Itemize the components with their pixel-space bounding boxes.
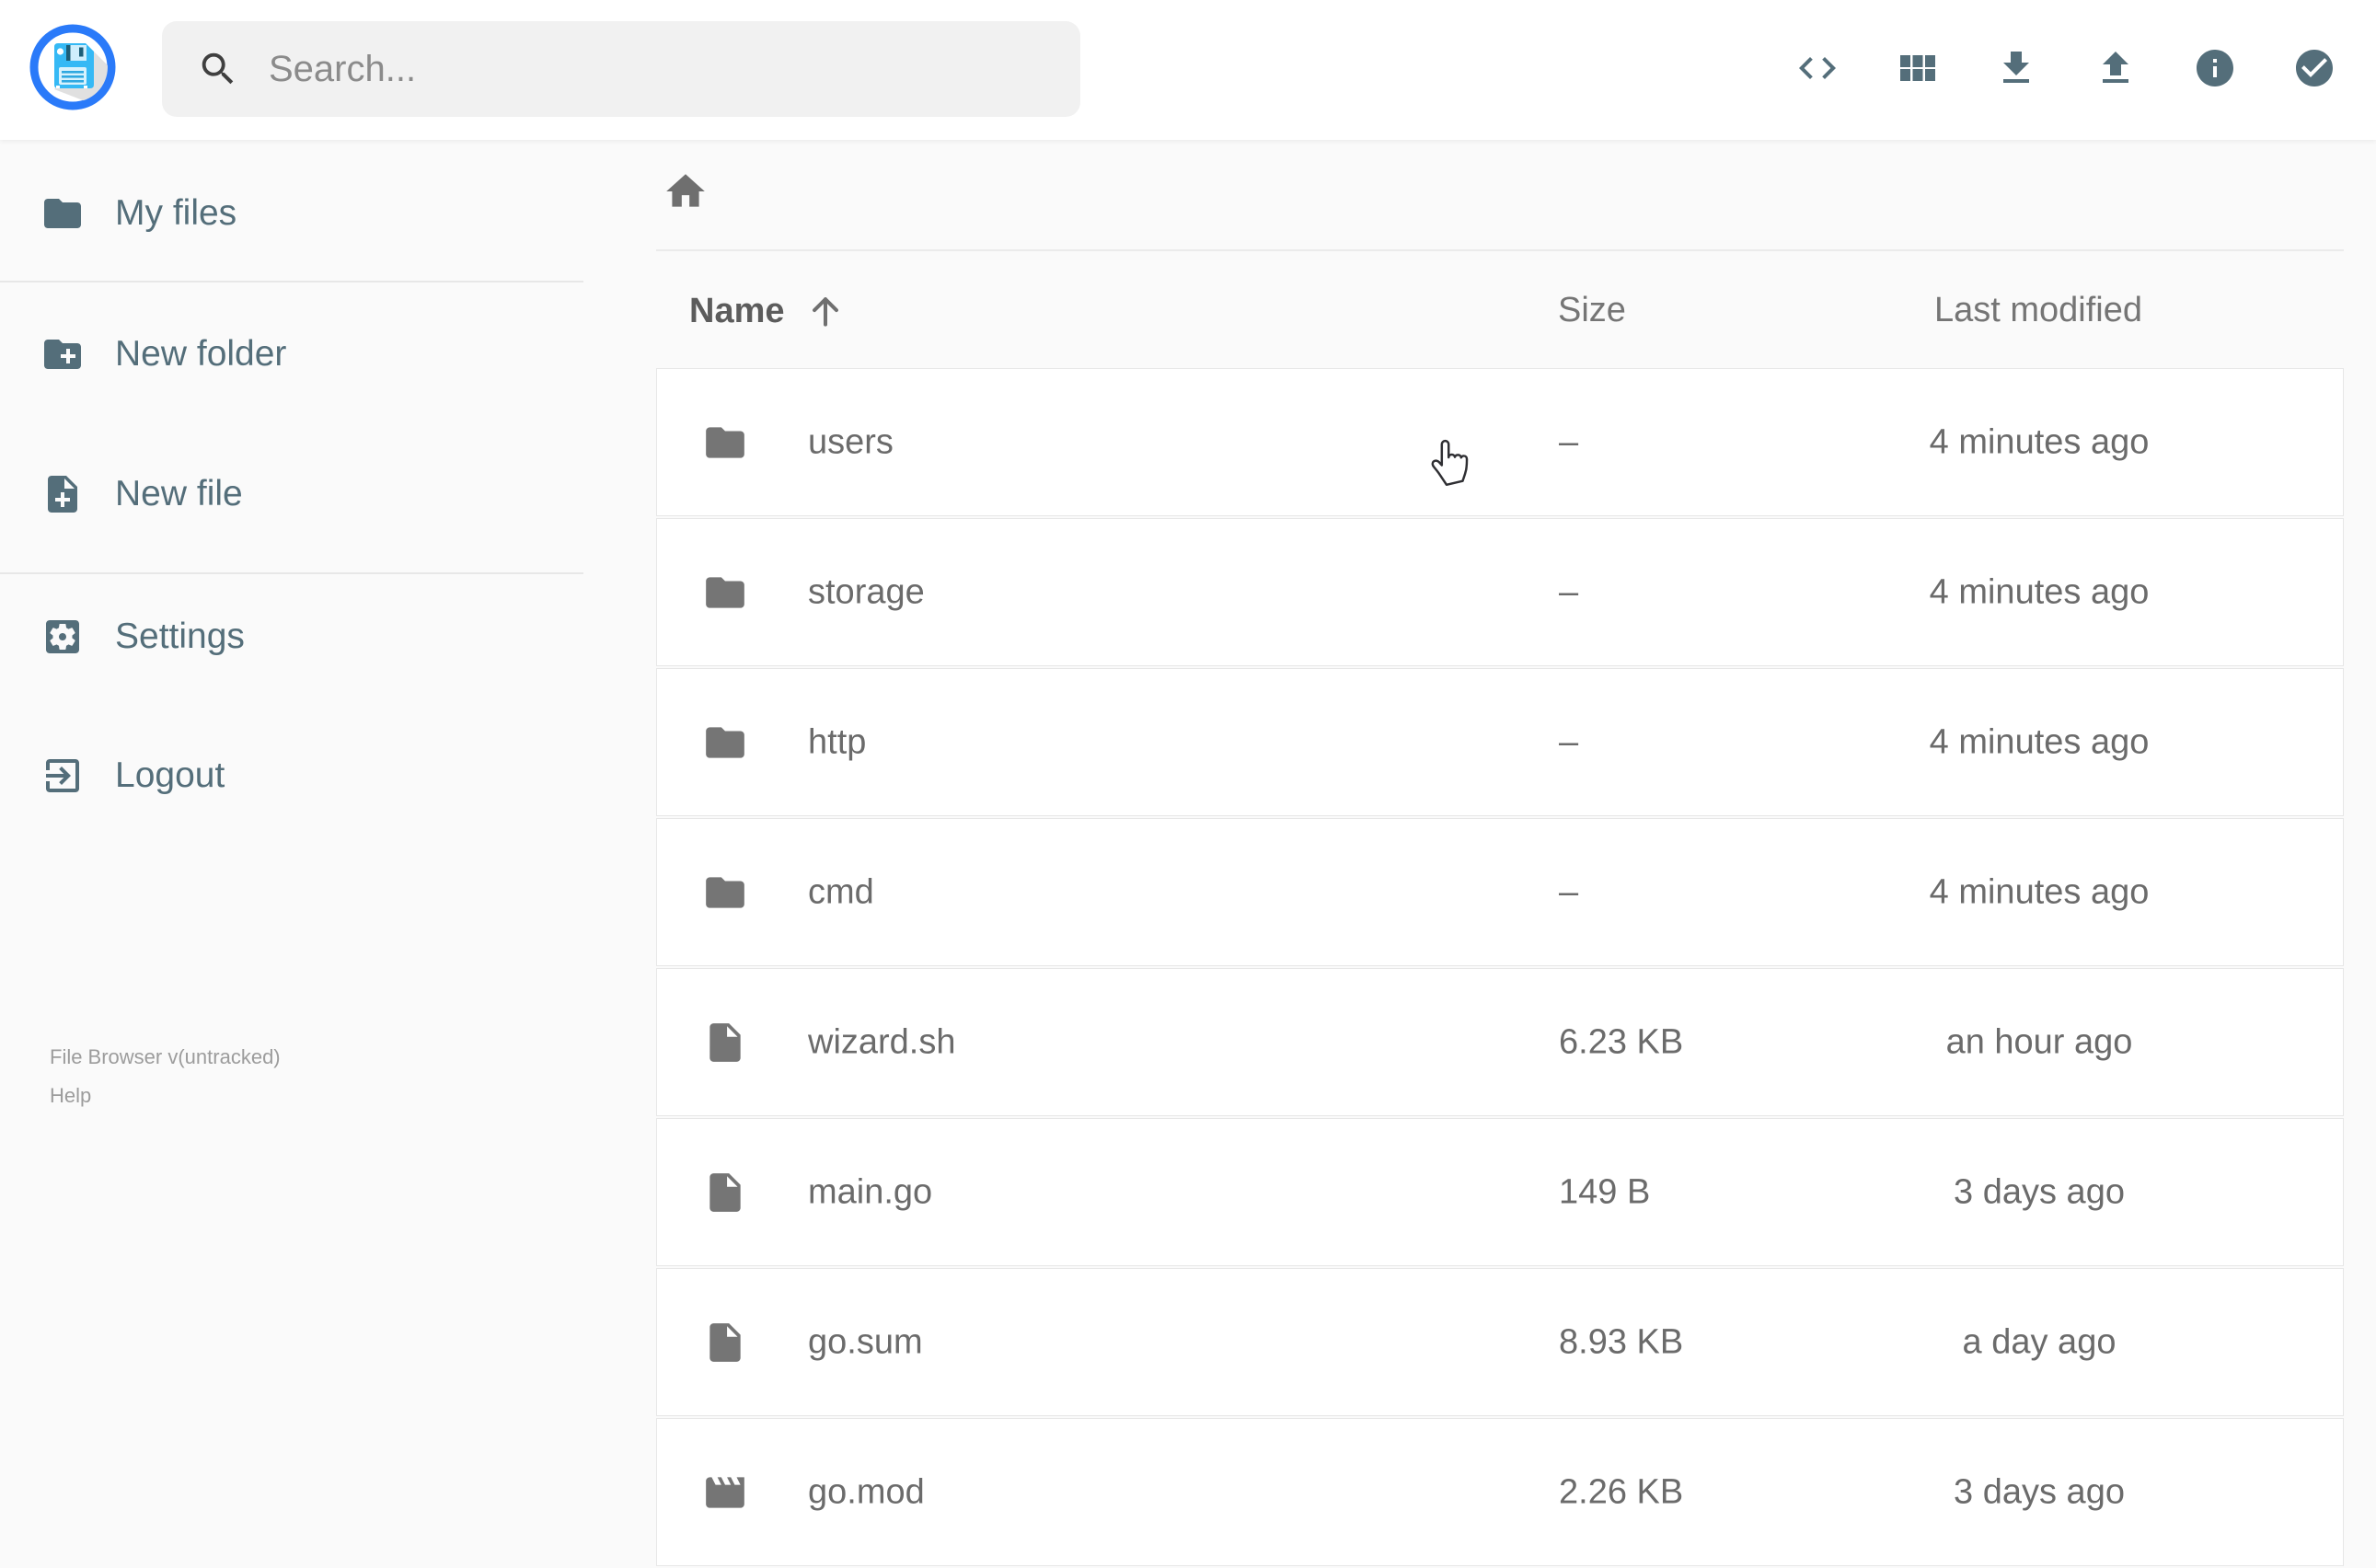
- folder-icon: [702, 570, 748, 616]
- file-modified: 4 minutes ago: [1929, 872, 2150, 911]
- file-size: –: [1559, 422, 1579, 461]
- app-version-text: File Browser v(untracked): [50, 1045, 281, 1068]
- file-size: 2.26 KB: [1559, 1472, 1684, 1511]
- sidebar-item-label: New file: [115, 474, 243, 513]
- table-row-go-mod[interactable]: go.mod 2.26 KB 3 days ago: [656, 1418, 2344, 1566]
- top-bar: [0, 0, 2376, 140]
- check-circle-icon[interactable]: [2292, 46, 2336, 90]
- sidebar-item-my-files[interactable]: My files: [0, 169, 583, 258]
- settings-icon: [40, 615, 85, 659]
- column-header-name[interactable]: Name: [689, 291, 846, 331]
- file-name: main.go: [808, 1172, 933, 1211]
- file-modified: 4 minutes ago: [1929, 722, 2150, 761]
- file-size: 6.23 KB: [1559, 1022, 1684, 1061]
- sidebar-item-label: Logout: [115, 755, 225, 795]
- logout-icon: [40, 754, 85, 798]
- file-size: –: [1559, 572, 1579, 611]
- file-icon: [702, 1320, 748, 1366]
- file-name: cmd: [808, 872, 874, 911]
- breadcrumb-home-icon[interactable]: [663, 168, 709, 214]
- table-row-main-go[interactable]: main.go 149 B 3 days ago: [656, 1118, 2344, 1266]
- file-name: go.mod: [808, 1472, 925, 1511]
- sidebar-divider: [0, 572, 583, 574]
- new-folder-icon: [40, 332, 85, 376]
- movie-file-icon: [702, 1470, 748, 1516]
- search-input[interactable]: [267, 47, 1053, 91]
- sidebar-item-settings[interactable]: Settings: [0, 593, 583, 681]
- sidebar-item-new-file[interactable]: New file: [0, 450, 583, 538]
- download-icon[interactable]: [1994, 46, 2038, 90]
- column-name-label: Name: [689, 291, 785, 330]
- table-row-http[interactable]: http – 4 minutes ago: [656, 668, 2344, 816]
- sidebar-divider: [0, 281, 583, 282]
- table-row-users[interactable]: users – 4 minutes ago: [656, 368, 2344, 516]
- folder-icon: [702, 870, 748, 916]
- file-modified: 3 days ago: [1954, 1472, 2125, 1511]
- sidebar-item-label: New folder: [115, 334, 287, 374]
- view-grid-icon[interactable]: [1895, 46, 1939, 90]
- file-modified: a day ago: [1962, 1322, 2116, 1361]
- upload-icon[interactable]: [2093, 46, 2138, 90]
- sidebar-footer: File Browser v(untracked) Help: [50, 1038, 281, 1115]
- sidebar-item-label: Settings: [115, 617, 245, 656]
- file-icon: [702, 1170, 748, 1216]
- breadcrumb-divider: [656, 249, 2344, 251]
- folder-icon: [702, 420, 748, 466]
- file-modified: 4 minutes ago: [1929, 422, 2150, 461]
- table-row-wizard-sh[interactable]: wizard.sh 6.23 KB an hour ago: [656, 968, 2344, 1116]
- file-browser-logo[interactable]: [29, 23, 117, 111]
- file-modified: 4 minutes ago: [1929, 572, 2150, 611]
- info-icon[interactable]: [2193, 46, 2237, 90]
- file-name: storage: [808, 572, 925, 611]
- file-listing: users – 4 minutes ago storage – 4 minute…: [656, 368, 2344, 1568]
- column-header-size[interactable]: Size: [1558, 291, 1626, 330]
- sort-ascending-icon: [812, 297, 838, 327]
- table-row-go-sum[interactable]: go.sum 8.93 KB a day ago: [656, 1268, 2344, 1416]
- file-name: wizard.sh: [808, 1022, 956, 1061]
- help-link[interactable]: Help: [50, 1077, 281, 1115]
- table-row-cmd[interactable]: cmd – 4 minutes ago: [656, 818, 2344, 966]
- file-name: go.sum: [808, 1322, 923, 1361]
- sidebar-item-logout[interactable]: Logout: [0, 732, 583, 820]
- sidebar: My files New folder New file Settings Lo…: [0, 140, 583, 1528]
- file-size: –: [1559, 872, 1579, 911]
- floppy-disk-icon: [54, 43, 94, 88]
- folder-icon: [702, 720, 748, 766]
- folder-icon: [40, 191, 85, 236]
- code-icon[interactable]: [1795, 46, 1840, 90]
- file-icon: [702, 1020, 748, 1066]
- column-header-modified[interactable]: Last modified: [1934, 291, 2142, 330]
- new-file-icon: [40, 472, 85, 516]
- sidebar-item-new-folder[interactable]: New folder: [0, 310, 583, 398]
- file-size: –: [1559, 722, 1579, 761]
- file-size: 8.93 KB: [1559, 1322, 1684, 1361]
- file-size: 149 B: [1559, 1172, 1651, 1211]
- file-modified: an hour ago: [1945, 1022, 2133, 1061]
- search-bar[interactable]: [162, 21, 1080, 117]
- file-modified: 3 days ago: [1954, 1172, 2125, 1211]
- header-actions: [1795, 46, 2336, 90]
- file-name: http: [808, 722, 867, 761]
- search-icon: [197, 48, 239, 90]
- table-row-storage[interactable]: storage – 4 minutes ago: [656, 518, 2344, 666]
- file-name: users: [808, 422, 894, 461]
- sidebar-item-label: My files: [115, 193, 237, 233]
